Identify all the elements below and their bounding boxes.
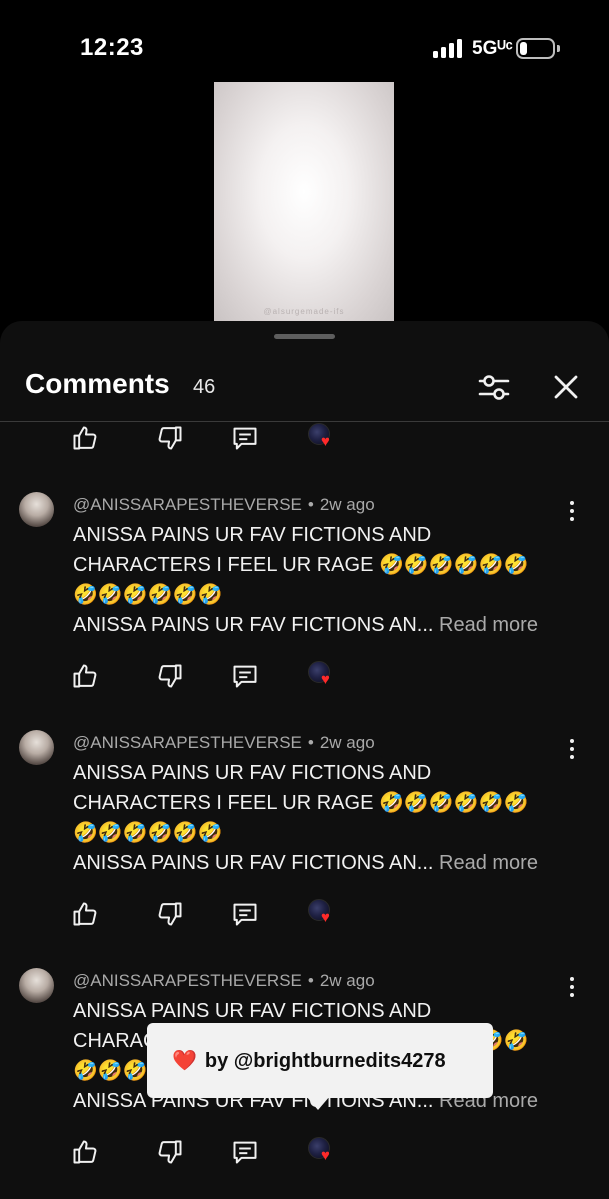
- tooltip-label: by @brightburnedits4278: [204, 1050, 446, 1072]
- comment-text-line: ANISSA PAINS UR FAV FICTIONS AN... Read …: [73, 848, 538, 878]
- reply-icon: [233, 427, 257, 450]
- comment-meta: @ANISSARAPESTHEVERSE • 2w ago: [73, 971, 375, 991]
- dislike-button[interactable]: [153, 421, 187, 455]
- comment-meta: @ANISSARAPESTHEVERSE • 2w ago: [73, 495, 375, 515]
- network-label: 5Gᵁᶜ: [472, 38, 513, 59]
- comment-author[interactable]: @ANISSARAPESTHEVERSE: [73, 971, 302, 990]
- comment-author[interactable]: @ANISSARAPESTHEVERSE: [73, 733, 302, 752]
- avatar[interactable]: [19, 730, 54, 765]
- status-time: 12:23: [80, 34, 144, 61]
- comments-title: Comments: [25, 368, 170, 399]
- more-options-button[interactable]: [558, 496, 586, 526]
- thumbs-down-icon: [158, 426, 182, 450]
- dislike-button[interactable]: [153, 659, 187, 693]
- meta-separator: •: [307, 495, 314, 514]
- comment-item: @ANISSARAPESTHEVERSE • 2w ago ANISSA PAINS…: [0, 492, 609, 730]
- like-button[interactable]: [68, 897, 102, 931]
- comment-author[interactable]: @ANISSARAPESTHEVERSE: [73, 495, 302, 514]
- like-button[interactable]: [68, 421, 102, 455]
- tooltip-text: ❤️ by @brightburnedits4278: [172, 1048, 446, 1073]
- comment-time: 2w ago: [319, 733, 375, 752]
- creator-heart-icon[interactable]: ♥: [306, 1135, 340, 1169]
- comments-count: 46: [193, 376, 216, 398]
- filter-button[interactable]: [472, 365, 516, 409]
- reply-button[interactable]: [228, 1135, 262, 1169]
- reply-button[interactable]: [228, 659, 262, 693]
- comment-text-line: ANISSA PAINS UR FAV FICTIONS AND: [73, 1000, 432, 1022]
- thumbs-down-icon: [158, 902, 182, 926]
- comment-text-line: 🤣🤣🤣🤣🤣🤣: [73, 584, 223, 606]
- like-button[interactable]: [68, 1135, 102, 1169]
- battery-icon: [516, 38, 555, 59]
- meta-separator: •: [307, 971, 314, 990]
- creator-heart-icon[interactable]: ♥: [306, 897, 340, 931]
- thumbs-up-icon: [73, 426, 97, 450]
- comment-text-truncated: ANISSA PAINS UR FAV FICTIONS AN...: [73, 614, 434, 636]
- close-icon: [554, 375, 578, 399]
- dislike-button[interactable]: [153, 897, 187, 931]
- more-options-button[interactable]: [558, 972, 586, 1002]
- reply-icon: [233, 903, 257, 926]
- comment-text-line: ANISSA PAINS UR FAV FICTIONS AN... Read …: [73, 610, 538, 640]
- creator-heart-icon[interactable]: ♥: [306, 659, 340, 693]
- thumbs-down-icon: [158, 1140, 182, 1164]
- comment-item: @ANISSARAPESTHEVERSE • 2w ago ANISSA PAINS…: [0, 730, 609, 968]
- comment-text-line: CHARACTERS I FEEL UR RAGE 🤣🤣🤣🤣🤣🤣: [73, 554, 529, 576]
- comment-meta: @ANISSARAPESTHEVERSE • 2w ago: [73, 733, 375, 753]
- drag-handle[interactable]: [274, 334, 335, 339]
- reply-button[interactable]: [228, 897, 262, 931]
- read-more-link[interactable]: Read more: [439, 614, 538, 636]
- dislike-button[interactable]: [153, 1135, 187, 1169]
- reply-button[interactable]: [228, 421, 262, 455]
- comment-text-truncated: ANISSA PAINS UR FAV FICTIONS AN...: [73, 852, 434, 874]
- signal-icon: [433, 38, 465, 58]
- meta-separator: •: [307, 733, 314, 752]
- avatar[interactable]: [19, 968, 54, 1003]
- comment-text-line: 🤣🤣🤣🤣🤣🤣: [73, 822, 223, 844]
- comment-time: 2w ago: [319, 495, 375, 514]
- comment-text-line: CHARACTERS I FEEL UR RAGE 🤣🤣🤣🤣🤣🤣: [73, 792, 529, 814]
- like-button[interactable]: [68, 659, 102, 693]
- video-watermark: @alsurgemade-ifs: [263, 307, 345, 316]
- tooltip-pointer: [306, 1096, 330, 1110]
- comment-time: 2w ago: [319, 971, 375, 990]
- battery-tip: [557, 45, 560, 52]
- comment-text-line: ANISSA PAINS UR FAV FICTIONS AND: [73, 524, 432, 546]
- thumbs-down-icon: [158, 664, 182, 688]
- heart-icon: ❤️: [172, 1050, 197, 1072]
- creator-heart-icon[interactable]: ♥: [306, 421, 340, 455]
- heart-tooltip: ❤️ by @brightburnedits4278: [147, 1023, 493, 1110]
- thumbs-up-icon: [73, 902, 97, 926]
- comment-text-line: ANISSA PAINS UR FAV FICTIONS AND: [73, 762, 432, 784]
- filter-icon: [478, 375, 510, 400]
- avatar[interactable]: [19, 492, 54, 527]
- more-options-button[interactable]: [558, 734, 586, 764]
- thumbs-up-icon: [73, 1140, 97, 1164]
- close-button[interactable]: [544, 365, 588, 409]
- reply-icon: [233, 665, 257, 688]
- thumbs-up-icon: [73, 664, 97, 688]
- reply-icon: [233, 1141, 257, 1164]
- video-preview[interactable]: @alsurgemade-ifs: [214, 82, 394, 326]
- read-more-link[interactable]: Read more: [439, 852, 538, 874]
- status-bar: 12:23 5Gᵁᶜ: [0, 0, 609, 80]
